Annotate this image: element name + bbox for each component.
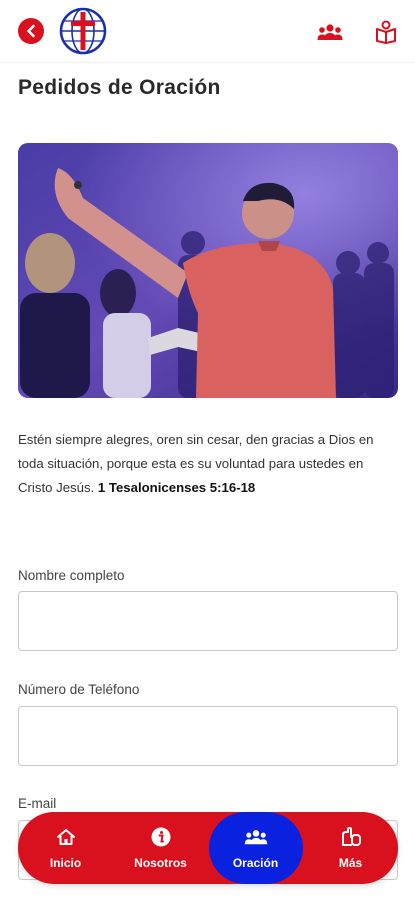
nav-label: Más <box>338 856 363 870</box>
nav-item-nosotros[interactable]: Nosotros <box>113 812 208 884</box>
chevron-left-icon <box>27 24 35 38</box>
page-title: Pedidos de Oración <box>18 76 221 99</box>
nav-label: Inicio <box>49 856 82 870</box>
name-input[interactable] <box>18 591 398 651</box>
group-icon <box>244 826 268 848</box>
bottom-nav: Inicio Nosotros Oración Más <box>18 812 398 884</box>
hero-image <box>18 143 398 398</box>
nav-item-inicio[interactable]: Inicio <box>18 812 113 884</box>
nav-item-oracion[interactable]: Oración <box>208 812 303 884</box>
nav-label: Nosotros <box>134 856 187 870</box>
home-icon <box>56 826 76 848</box>
bible-button[interactable] <box>372 18 400 46</box>
nav-label: Oración <box>232 856 279 870</box>
more-hands-icon <box>340 826 362 848</box>
community-button[interactable] <box>316 18 344 46</box>
verse-reference: 1 Tesalonicenses 5:16-18 <box>97 480 256 495</box>
bible-book-icon <box>376 20 396 44</box>
church-globe-cross-logo[interactable] <box>58 6 108 56</box>
bible-verse: Estén siempre alegres, oren sin cesar, d… <box>18 428 398 500</box>
top-bar <box>0 0 415 60</box>
group-icon <box>317 24 343 40</box>
info-icon <box>151 826 171 848</box>
email-label: E-mail <box>18 796 57 811</box>
phone-label: Número de Teléfono <box>18 682 140 697</box>
back-button[interactable] <box>18 18 44 44</box>
name-label: Nombre completo <box>18 568 125 583</box>
phone-input[interactable] <box>18 706 398 766</box>
worshipper-raising-hand-photo <box>18 143 398 398</box>
nav-item-mas[interactable]: Más <box>303 812 398 884</box>
